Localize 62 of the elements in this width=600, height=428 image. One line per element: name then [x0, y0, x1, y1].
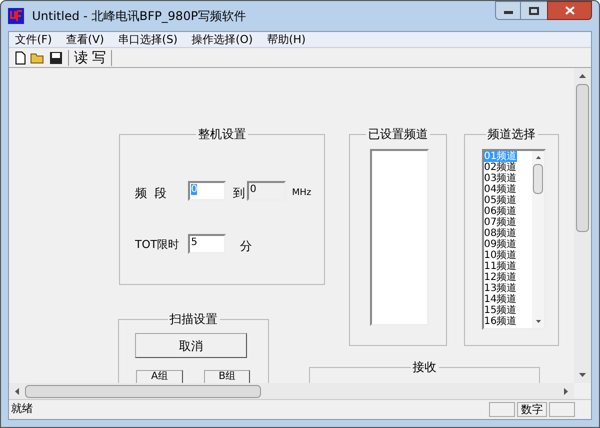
list-item[interactable]: 05频道 — [484, 195, 517, 206]
maximize-button[interactable] — [521, 1, 547, 20]
list-item[interactable]: 11频道 — [484, 261, 517, 272]
list-item[interactable]: 12频道 — [484, 272, 517, 283]
window-title: Untitled - 北峰电讯BFP_980P写频软件 — [32, 8, 246, 25]
unit-label: MHz — [292, 187, 312, 200]
up-arrow-icon[interactable] — [579, 74, 586, 78]
right-arrow-icon[interactable] — [564, 388, 568, 394]
toolbar-button[interactable]: 读 — [74, 50, 88, 66]
input-field[interactable]: 5 — [188, 234, 226, 254]
list-item[interactable]: 10频道 — [484, 250, 517, 261]
menu-item[interactable]: 文件(F) — [13, 32, 54, 48]
list-item[interactable]: 09频道 — [484, 239, 517, 250]
list-item[interactable]: 02频道 — [484, 162, 517, 173]
up-arrow-icon[interactable] — [536, 156, 540, 159]
list-item[interactable]: 13频道 — [484, 283, 517, 294]
scroll-thumb[interactable] — [25, 384, 261, 398]
group-title: 已设置频道 — [366, 127, 430, 141]
menu-item[interactable]: 操作选择(O) — [190, 32, 255, 48]
toolbar-button[interactable]: 写 — [92, 50, 106, 66]
list-item[interactable]: 16频道 — [484, 316, 517, 327]
down-arrow-icon[interactable] — [536, 320, 540, 323]
field-label: 到 — [233, 185, 245, 202]
left-arrow-icon[interactable] — [15, 388, 19, 394]
status-panel — [549, 402, 575, 417]
vertical-scrollbar[interactable] — [574, 68, 591, 383]
scroll-thumb[interactable] — [576, 84, 589, 232]
folder-icon[interactable] — [30, 50, 46, 64]
num-lock-indicator: 数字 — [517, 402, 547, 417]
list-item[interactable]: 15频道 — [484, 305, 517, 316]
menu-item[interactable]: 查看(V) — [64, 32, 106, 48]
down-arrow-icon[interactable] — [579, 373, 586, 377]
list-item[interactable]: 14频道 — [484, 294, 517, 305]
list-item[interactable]: 03频道 — [484, 173, 517, 184]
group-title: 接收 — [410, 360, 438, 374]
status-panel — [489, 402, 515, 417]
unit-label: 分 — [240, 238, 252, 255]
group-title: 整机设置 — [196, 127, 248, 141]
list-item[interactable]: 07频道 — [484, 217, 517, 228]
close-button[interactable] — [547, 1, 592, 20]
close-icon — [564, 6, 574, 15]
group-title: 扫描设置 — [168, 312, 220, 326]
menu-item[interactable]: 串口选择(S) — [116, 32, 180, 48]
group-a-button[interactable]: A组 — [136, 370, 183, 383]
group-title: 频道选择 — [486, 127, 538, 141]
status-message: 就绪 — [10, 401, 34, 418]
group-b-button[interactable]: B组 — [204, 370, 250, 383]
scroll-thumb[interactable] — [533, 164, 543, 194]
app-logo-icon — [8, 8, 24, 24]
field-label: 频 段 — [135, 185, 167, 202]
list-item[interactable]: 08频道 — [484, 228, 517, 239]
horizontal-scrollbar[interactable] — [9, 383, 574, 399]
list-item[interactable]: 06频道 — [484, 206, 517, 217]
minimize-button[interactable] — [495, 1, 521, 20]
menu-item[interactable]: 帮助(H) — [264, 32, 308, 48]
new-file-icon[interactable] — [13, 50, 27, 64]
channel-list[interactable] — [370, 149, 429, 326]
channel-listbox[interactable]: 01频道 02频道 03频道 04频道 05频道 06频道 07频道 08频道 09频道 10频道 11频道 12频道 13频道 14频道 15频道 16频道 — [482, 149, 546, 330]
list-scrollbar[interactable] — [532, 151, 544, 328]
field-label: TOT限时 — [135, 237, 180, 253]
list-item[interactable]: 04频道 — [484, 184, 517, 195]
cancel-button[interactable]: 取消 — [135, 333, 247, 358]
